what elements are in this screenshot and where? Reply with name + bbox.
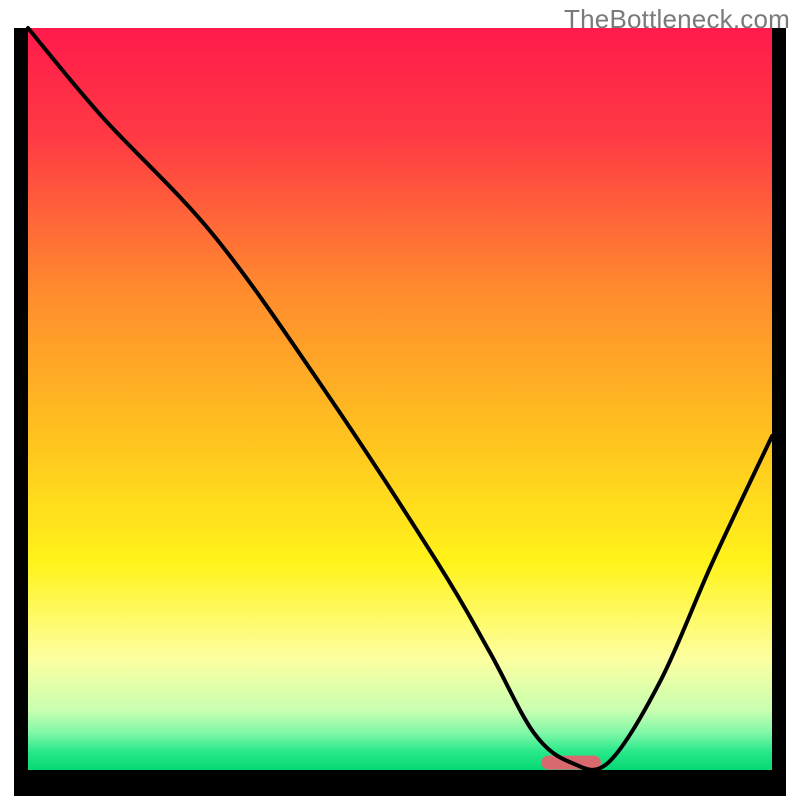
frame-bottom — [14, 770, 786, 796]
frame-left — [14, 28, 28, 796]
frame-right — [772, 28, 786, 796]
chart-svg — [0, 0, 800, 800]
plot-background — [28, 28, 772, 770]
watermark-text: TheBottleneck.com — [564, 4, 790, 35]
bottleneck-chart: TheBottleneck.com — [0, 0, 800, 800]
